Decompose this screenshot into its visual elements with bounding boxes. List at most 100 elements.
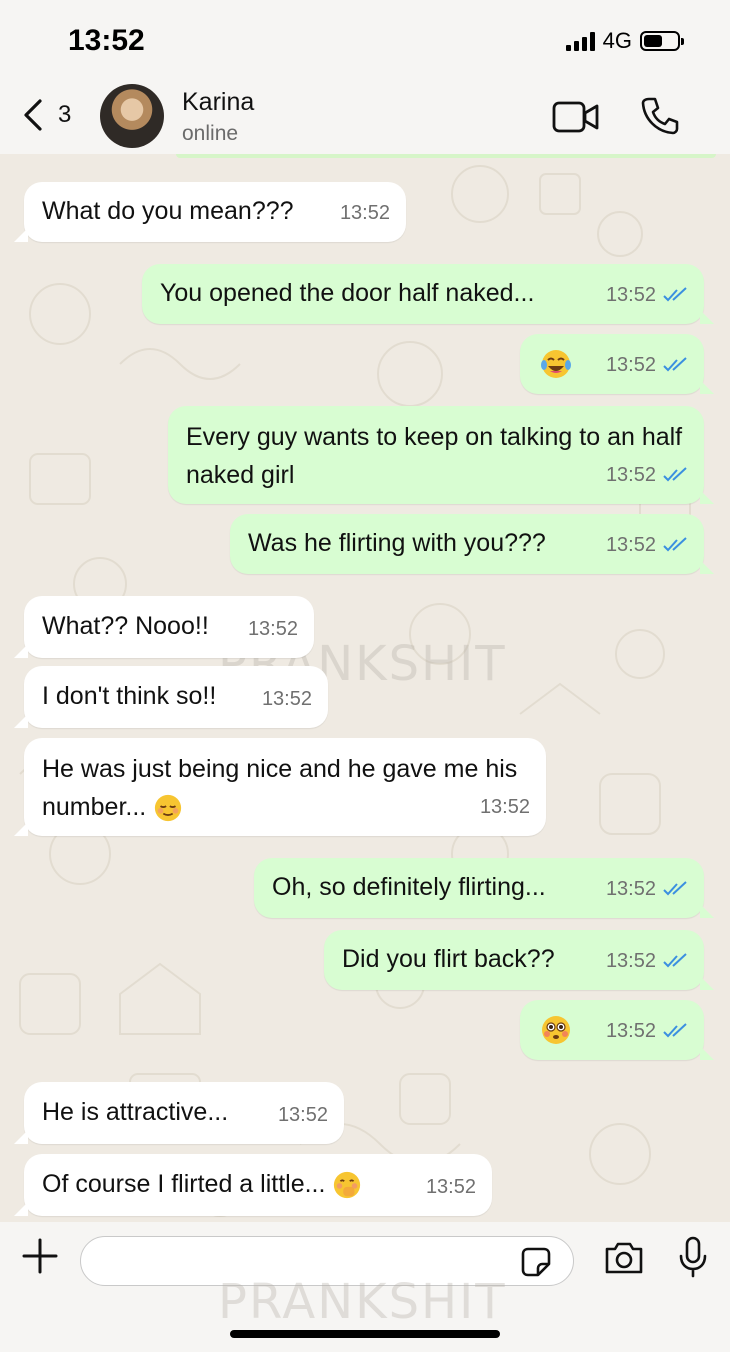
status-indicators: 4G <box>565 28 684 54</box>
time-label: 13:52 <box>247 618 298 640</box>
double-check-read-icon <box>663 537 687 552</box>
message-time: 13:52 <box>606 456 690 494</box>
message-time: 13:52 <box>606 526 690 564</box>
time-label: 13:52 <box>605 878 656 900</box>
bubble-tail <box>700 380 714 394</box>
time-label: 13:52 <box>605 534 656 556</box>
battery-icon <box>640 31 684 51</box>
bubble-tail <box>700 904 714 918</box>
message-bubble-incoming[interactable]: What do you mean??? 13:52 <box>14 182 406 242</box>
double-check-read-icon <box>663 881 687 896</box>
bubble-tail <box>14 822 28 836</box>
message-bubble-outgoing[interactable]: 13:52 <box>520 334 714 394</box>
video-camera-icon <box>552 101 599 133</box>
time-label: 13:52 <box>339 202 390 224</box>
phone-icon <box>641 97 679 135</box>
time-label: 13:52 <box>605 464 656 486</box>
message-time: 13:52 <box>248 610 298 648</box>
tears-of-joy-emoji <box>541 350 571 378</box>
message-bubble-incoming[interactable]: He is attractive... 13:52 <box>14 1082 344 1144</box>
previous-message-edge <box>176 154 716 158</box>
bubble-tail <box>700 976 714 990</box>
camera-button[interactable] <box>603 1240 645 1281</box>
time-label: 13:52 <box>261 688 312 710</box>
time-label: 13:52 <box>605 284 656 306</box>
message-text: I don't think so!! <box>42 682 217 710</box>
bubble-tail <box>14 644 28 658</box>
double-check-read-icon <box>663 357 687 372</box>
bubble-tail <box>700 490 714 504</box>
bubble-tail <box>14 714 28 728</box>
microphone-button[interactable] <box>678 1236 708 1283</box>
time-label: 13:52 <box>277 1104 328 1126</box>
time-label: 13:52 <box>605 354 656 376</box>
status-bar: 13:52 4G <box>0 0 730 80</box>
message-bubble-outgoing[interactable]: Was he flirting with you??? 13:52 <box>230 514 714 574</box>
back-button[interactable]: 3 <box>22 98 71 132</box>
composer-bar: PRANKSHIT <box>0 1222 730 1352</box>
avatar[interactable] <box>100 84 164 148</box>
message-text: He is attractive... <box>42 1098 229 1126</box>
bubble-tail <box>700 310 714 324</box>
message-text: Oh, so definitely flirting... <box>272 873 546 901</box>
message-time: 13:52 <box>262 680 312 718</box>
message-bubble-incoming[interactable]: He was just being nice and he gave me hi… <box>14 738 546 836</box>
watermark-bottom: PRANKSHIT <box>218 1274 507 1330</box>
message-time: 13:52 <box>340 194 390 232</box>
contact-name[interactable]: Karina <box>182 88 254 117</box>
relieved-face-emoji <box>155 795 182 822</box>
bubble-tail <box>700 1046 714 1060</box>
microphone-icon <box>679 1236 707 1278</box>
status-time: 13:52 <box>68 24 145 57</box>
message-time: 13:52 <box>606 942 690 980</box>
message-text: He was just being nice and he gave me hi… <box>42 755 518 821</box>
double-check-read-icon <box>663 953 687 968</box>
time-label: 13:52 <box>479 796 530 818</box>
sticker-button[interactable] <box>520 1246 552 1283</box>
message-text: You opened the door half naked... <box>160 279 535 307</box>
bubble-tail <box>700 560 714 574</box>
message-bubble-incoming[interactable]: I don't think so!! 13:52 <box>14 666 328 728</box>
time-label: 13:52 <box>605 950 656 972</box>
home-indicator <box>230 1330 500 1338</box>
bubble-tail <box>14 1202 28 1216</box>
unread-count: 3 <box>58 101 72 128</box>
bubble-tail <box>14 228 28 242</box>
message-bubble-outgoing[interactable]: You opened the door half naked... 13:52 <box>142 264 714 324</box>
message-text: What?? Nooo!! <box>42 612 209 640</box>
message-time: 13:52 <box>426 1168 476 1206</box>
battery-level <box>644 35 662 47</box>
message-time: 13:52 <box>480 788 530 826</box>
message-bubble-outgoing[interactable]: Every guy wants to keep on talking to an… <box>168 406 714 504</box>
face-with-hand-over-mouth-emoji <box>334 1172 361 1199</box>
attach-button[interactable] <box>22 1238 58 1279</box>
message-text: Did you flirt back?? <box>342 945 555 973</box>
time-label: 13:52 <box>425 1176 476 1198</box>
flushed-face-emoji <box>542 1016 570 1044</box>
message-time: 13:52 <box>606 276 690 314</box>
double-check-read-icon <box>663 1023 687 1038</box>
message-text: Was he flirting with you??? <box>248 529 546 557</box>
chevron-left-icon <box>24 99 42 131</box>
bubble-tail <box>14 1130 28 1144</box>
message-time: 13:52 <box>606 870 690 908</box>
network-type: 4G <box>602 28 632 53</box>
message-text: What do you mean??? <box>42 197 294 225</box>
message-time: 13:52 <box>278 1096 328 1134</box>
message-bubble-incoming[interactable]: Of course I flirted a little... 13:52 <box>14 1154 492 1216</box>
message-bubble-outgoing[interactable]: 13:52 <box>520 1000 714 1060</box>
message-time: 13:52 <box>606 1012 690 1050</box>
voice-call-button[interactable] <box>640 96 680 141</box>
signal-icon <box>565 31 595 51</box>
message-text: Of course I flirted a little... <box>42 1170 326 1198</box>
double-check-read-icon <box>663 467 687 482</box>
time-label: 13:52 <box>605 1020 656 1042</box>
double-check-read-icon <box>663 287 687 302</box>
message-bubble-incoming[interactable]: What?? Nooo!! 13:52 <box>14 596 314 658</box>
message-bubble-outgoing[interactable]: Did you flirt back?? 13:52 <box>324 930 714 990</box>
message-text-block: He was just being nice and he gave me hi… <box>42 750 532 826</box>
plus-icon <box>22 1238 58 1274</box>
message-bubble-outgoing[interactable]: Oh, so definitely flirting... 13:52 <box>254 858 714 918</box>
message-list[interactable]: PRANKSHIT PRANKSHIT What do you mean??? … <box>0 154 730 1222</box>
video-call-button[interactable] <box>552 100 600 139</box>
